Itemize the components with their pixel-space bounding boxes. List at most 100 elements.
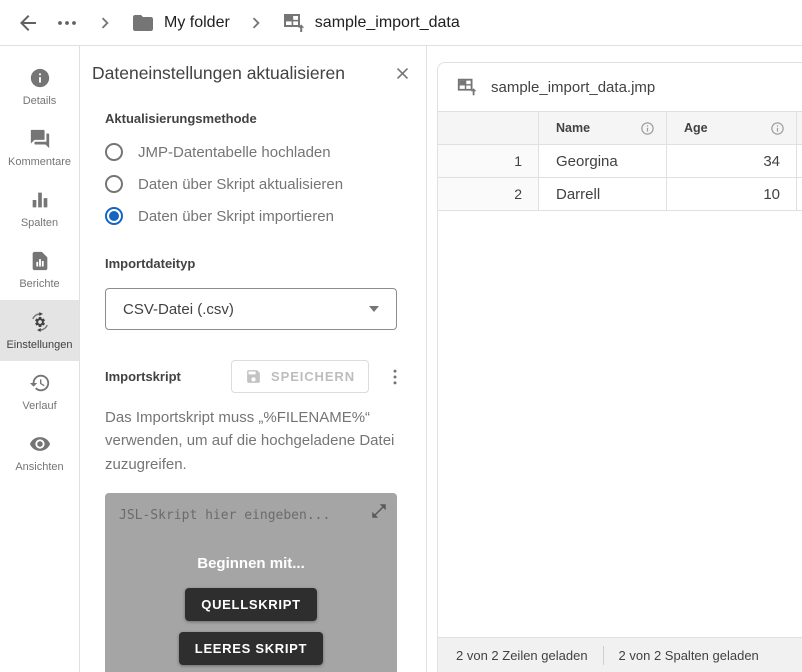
- age-cell: 10: [666, 178, 796, 210]
- radio-circle-icon: [105, 143, 123, 161]
- grid-header-row: Name Age: [438, 112, 802, 145]
- radio-upload-jmp-table[interactable]: JMP-Datentabelle hochladen: [105, 136, 412, 168]
- sidebar-item-label: Berichte: [19, 278, 59, 290]
- close-button[interactable]: [393, 64, 412, 88]
- arrow-back-icon: [16, 11, 40, 35]
- row-number-cell: 1: [438, 145, 538, 177]
- empty-script-button[interactable]: LEERES SKRIPT: [179, 632, 323, 665]
- back-button[interactable]: [16, 11, 40, 35]
- rows-loaded-status: 2 von 2 Zeilen geladen: [456, 648, 588, 663]
- save-button[interactable]: SPEICHERN: [231, 360, 369, 393]
- name-cell: Darrell: [538, 178, 666, 210]
- row-filler: [796, 178, 802, 210]
- column-info-icon[interactable]: [770, 121, 785, 136]
- sidebar-item-spalten[interactable]: Spalten: [0, 178, 79, 239]
- more-menu-button[interactable]: [55, 11, 79, 35]
- chevron-down-icon: [369, 306, 379, 312]
- columns-loaded-status: 2 von 2 Spalten geladen: [619, 648, 759, 663]
- import-script-help-text: Das Importskript muss „%FILENAME%“ verwe…: [105, 406, 407, 476]
- grid-header-filler: [796, 112, 802, 144]
- history-icon: [29, 372, 51, 394]
- breadcrumb-chevron: [94, 12, 116, 34]
- sidebar-item-label: Einstellungen: [6, 339, 72, 351]
- row-number-cell: 2: [438, 178, 538, 210]
- preview-status-bar: 2 von 2 Zeilen geladen 2 von 2 Spalten g…: [438, 637, 802, 672]
- column-header-label: Age: [684, 121, 708, 135]
- folder-icon: [131, 11, 155, 35]
- info-icon: [29, 67, 51, 89]
- settings-sync-icon: [29, 311, 51, 333]
- data-settings-panel: Dateneinstellungen aktualisieren Aktuali…: [80, 46, 427, 672]
- preview-panel: sample_import_data.jmp Name: [427, 46, 802, 672]
- import-file-type-label: Importdateityp: [105, 256, 412, 271]
- save-icon: [245, 368, 262, 385]
- sidebar-item-label: Kommentare: [8, 156, 71, 168]
- import-script-label: Importskript: [105, 369, 181, 384]
- sidebar-item-verlauf[interactable]: Verlauf: [0, 361, 79, 422]
- expand-icon: [370, 502, 388, 520]
- close-icon: [393, 64, 412, 83]
- breadcrumb-current-item[interactable]: sample_import_data: [282, 11, 460, 35]
- age-cell: 34: [666, 145, 796, 177]
- bar-chart-icon: [29, 189, 51, 211]
- chevron-right-icon: [94, 12, 116, 34]
- jsl-script-editor[interactable]: JSL-Skript hier eingeben... Beginnen mit…: [105, 493, 397, 672]
- data-table-preview-card: sample_import_data.jmp Name: [437, 62, 802, 672]
- sidebar-item-label: Verlauf: [22, 400, 56, 412]
- radio-import-via-script[interactable]: Daten über Skript importieren: [105, 200, 412, 232]
- import-file-type-value: CSV-Datei (.csv): [123, 301, 234, 318]
- name-cell: Georgina: [538, 145, 666, 177]
- radio-label: JMP-Datentabelle hochladen: [138, 144, 331, 161]
- update-method-section-label: Aktualisierungsmethode: [105, 111, 412, 126]
- table-row: 2 Darrell 10: [438, 178, 802, 211]
- eye-icon: [29, 433, 51, 455]
- data-table-upload-icon: [456, 76, 478, 98]
- breadcrumb-chevron: [245, 12, 267, 34]
- import-file-type-select[interactable]: CSV-Datei (.csv): [105, 288, 397, 330]
- script-options-menu-button[interactable]: [385, 367, 405, 387]
- row-number-header: [438, 112, 538, 144]
- data-table-upload-icon: [282, 11, 306, 35]
- sidebar-item-label: Ansichten: [15, 461, 63, 473]
- dialog-title: Dateneinstellungen aktualisieren: [92, 63, 345, 84]
- start-with-label: Beginnen mit...: [197, 555, 305, 572]
- column-info-icon[interactable]: [640, 121, 655, 136]
- breadcrumb-item-label: sample_import_data: [315, 14, 460, 32]
- column-header-label: Name: [556, 121, 590, 135]
- comments-icon: [29, 128, 51, 150]
- script-editor-placeholder: JSL-Skript hier eingeben...: [119, 508, 383, 523]
- sidebar-item-kommentare[interactable]: Kommentare: [0, 117, 79, 178]
- radio-circle-icon: [105, 175, 123, 193]
- expand-editor-button[interactable]: [370, 502, 388, 520]
- top-bar: My folder sample_import_data: [0, 0, 802, 46]
- more-horizontal-icon: [55, 11, 79, 35]
- chevron-right-icon: [245, 12, 267, 34]
- preview-file-name: sample_import_data.jmp: [491, 79, 655, 96]
- row-filler: [796, 145, 802, 177]
- column-header-age[interactable]: Age: [666, 112, 796, 144]
- radio-label: Daten über Skript aktualisieren: [138, 176, 343, 193]
- status-divider: [603, 646, 604, 665]
- update-method-radio-group: JMP-Datentabelle hochladen Daten über Sk…: [105, 136, 412, 232]
- editor-start-overlay: Beginnen mit... QUELLSKRIPT LEERES SKRIP…: [105, 555, 397, 672]
- sidebar-item-einstellungen[interactable]: Einstellungen: [0, 300, 79, 361]
- sidebar-item-details[interactable]: Details: [0, 56, 79, 117]
- radio-label: Daten über Skript importieren: [138, 208, 334, 225]
- kebab-menu-icon: [385, 367, 405, 387]
- save-button-label: SPEICHERN: [271, 369, 355, 384]
- sidebar-item-berichte[interactable]: Berichte: [0, 239, 79, 300]
- radio-update-via-script[interactable]: Daten über Skript aktualisieren: [105, 168, 412, 200]
- breadcrumb-folder-label: My folder: [164, 14, 230, 32]
- sidebar-item-ansichten[interactable]: Ansichten: [0, 422, 79, 483]
- breadcrumb-folder[interactable]: My folder: [131, 11, 230, 35]
- sidebar: Details Kommentare Spalten Berichte: [0, 46, 80, 672]
- preview-card-header: sample_import_data.jmp: [438, 63, 802, 112]
- source-script-button[interactable]: QUELLSKRIPT: [185, 588, 316, 621]
- table-row: 1 Georgina 34: [438, 145, 802, 178]
- sidebar-item-label: Details: [23, 95, 57, 107]
- sidebar-item-label: Spalten: [21, 217, 58, 229]
- report-file-icon: [29, 250, 51, 272]
- radio-circle-icon: [105, 207, 123, 225]
- data-grid: Name Age: [438, 112, 802, 637]
- column-header-name[interactable]: Name: [538, 112, 666, 144]
